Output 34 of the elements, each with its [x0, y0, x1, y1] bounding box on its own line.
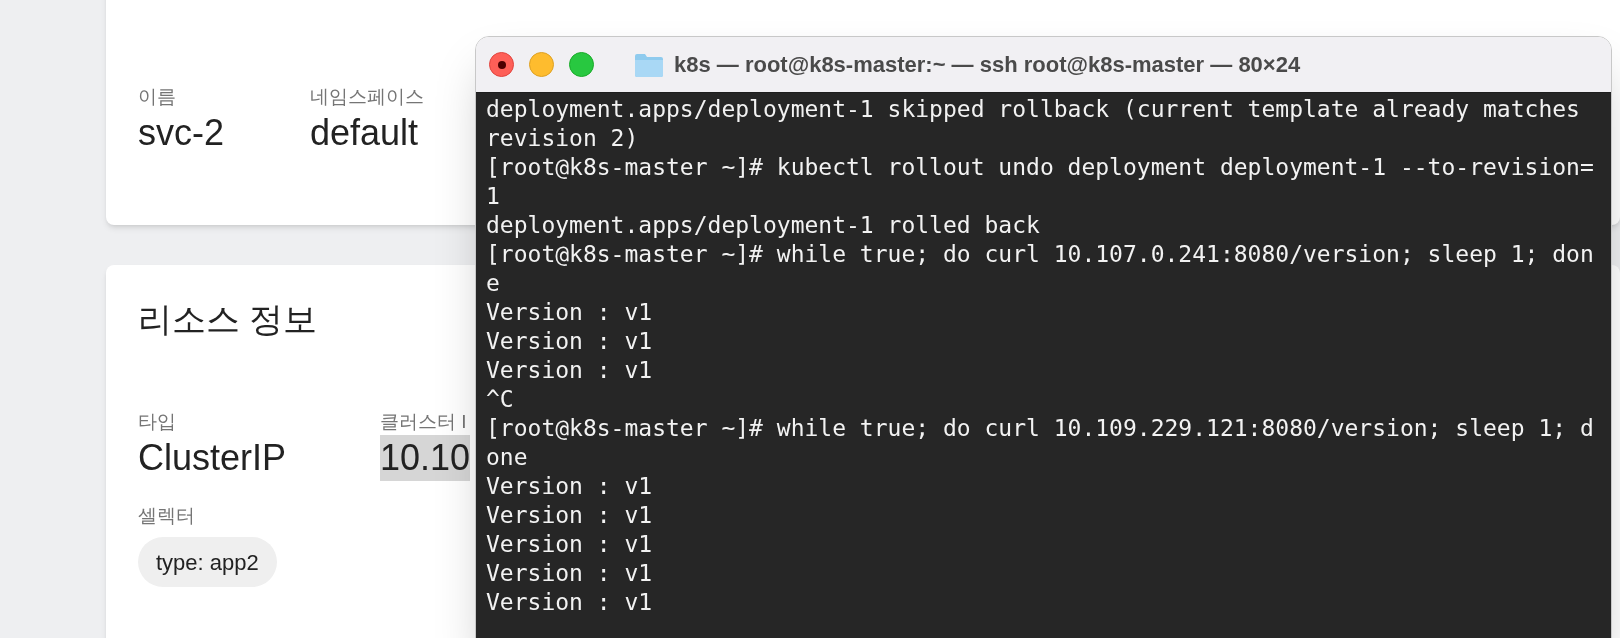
- terminal-line: ^C: [486, 385, 514, 414]
- terminal-line: [root@k8s-master ~]# while true; do curl 10.109.229.121:8080/version; sleep 1; d: [486, 414, 1594, 443]
- terminal-line: deployment.apps/deployment-1 rolled back: [486, 211, 1040, 240]
- maximize-icon[interactable]: [569, 52, 594, 77]
- terminal-line: Version : v1: [486, 501, 653, 530]
- close-icon[interactable]: [489, 52, 514, 77]
- field-value: default: [310, 111, 419, 155]
- terminal-line: one: [486, 443, 528, 472]
- terminal-line: Version : v1: [486, 298, 653, 327]
- terminal-line: revision 2): [486, 124, 639, 153]
- field-label: 이름: [138, 85, 177, 109]
- terminal-line: Version : v1: [486, 559, 653, 588]
- terminal-line: Version : v1: [486, 472, 653, 501]
- selector-chip: type: app2: [138, 537, 277, 587]
- card-title: 리소스 정보: [138, 299, 318, 340]
- terminal-line: [root@k8s-master ~]# while true; do curl 10.107.0.241:8080/version; sleep 1; don: [486, 240, 1594, 269]
- terminal-line: e: [486, 269, 500, 298]
- terminal-line: Version : v1: [486, 588, 653, 617]
- field-label: 네임스페이스: [310, 85, 425, 109]
- terminal-line: Version : v1: [486, 356, 653, 385]
- terminal-line: 1: [486, 182, 500, 211]
- field-value: 10.10: [380, 435, 471, 481]
- terminal-line: Version : v1: [486, 530, 653, 559]
- field-label: 타입: [138, 410, 176, 434]
- minimize-icon[interactable]: [529, 52, 554, 77]
- field-value: ClusterIP: [138, 436, 287, 480]
- terminal-line: Version : v1: [486, 327, 653, 356]
- field-label: 클러스터 I: [380, 410, 467, 434]
- terminal-line: [root@k8s-master ~]# kubectl rollout undo deployment deployment-1 --to-revision=: [486, 153, 1594, 182]
- field-label: 셀렉터: [138, 504, 195, 528]
- folder-icon: [634, 51, 664, 78]
- window-title: k8s — root@k8s-master:~ — ssh root@k8s-master — 80×24: [674, 51, 1301, 79]
- field-value: svc-2: [138, 111, 224, 155]
- terminal-line: deployment.apps/deployment-1 skipped rollback (current template already matches: [486, 95, 1580, 124]
